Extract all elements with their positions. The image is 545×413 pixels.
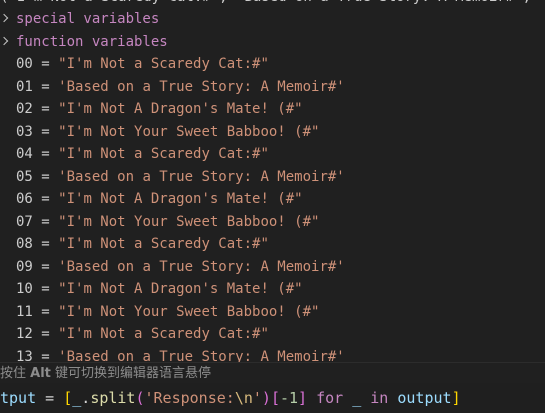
variable-row[interactable]: 01 = 'Based on a True Story: A Memoir#' [0,76,345,98]
editor-code-line[interactable]: tput = [_.split('Response:\n')[-1] for _… [0,386,461,410]
variable-row[interactable]: 07 = "I'm Not Your Sweet Babboo! (#" [0,211,319,233]
code-operator: = [36,389,64,407]
equals-sign: = [32,326,59,342]
variable-value: 'Based on a True Story: A Memoir#' [58,258,345,275]
variable-index: 06 [16,191,33,207]
code-string: 'Response: [144,389,235,407]
hover-hint: 按住 Alt 键可切换到编辑器语言悬停 [0,362,545,383]
variable-row[interactable]: 06 = "I'm Not A Dragon's Mate! (#" [0,188,303,210]
variable-row[interactable]: 05 = 'Based on a True Story: A Memoir#' [0,166,345,188]
equals-sign: = [32,258,59,275]
variable-index: 09 [16,258,33,275]
variable-index: 08 [16,236,33,252]
variable-row[interactable]: 11 = "I'm Not Your Sweet Babboo! (#" [0,301,319,323]
variable-row[interactable]: 09 = 'Based on a True Story: A Memoir#' [0,256,345,278]
equals-sign: = [32,213,59,230]
variable-value: "I'm Not A Dragon's Mate! (#" [58,191,303,207]
variable-row[interactable]: 04 = "I'm Not a Scaredy Cat:#" [0,143,269,165]
variable-row[interactable]: 08 = "I'm Not a Scaredy Cat:#" [0,233,269,255]
variable-row[interactable]: 00 = "I'm Not a Scaredy Cat:#" [0,53,269,75]
variable-value: "I'm Not a Scaredy Cat:#" [58,326,269,342]
variable-row[interactable]: 03 = "I'm Not Your Sweet Babboo! (#" [0,121,319,143]
hint-suffix: 键可切换到编辑器语言悬停 [50,366,212,381]
code-variable: _ [72,389,82,407]
equals-sign: = [32,303,59,320]
variable-index: 10 [16,281,33,297]
equals-sign: = [32,123,59,140]
hover-value-preview: ( I'm Not a Scaredy Cat:#", 'Based on a … [0,0,545,8]
group-special-variables[interactable]: special variables [0,8,159,30]
chevron-right-icon[interactable] [0,31,16,53]
equals-sign: = [32,236,59,252]
debug-hover-panel[interactable]: ( I'm Not a Scaredy Cat:#", 'Based on a … [0,0,545,383]
code-paren: ( [135,389,145,407]
equals-sign: = [32,281,59,297]
group-label: function variables [16,34,168,50]
equals-sign: = [32,191,59,207]
variable-index: 05 [16,168,33,185]
variable-index: 11 [16,303,33,320]
code-variable: tput [0,389,37,407]
variable-value: "I'm Not a Scaredy Cat:#" [58,146,269,162]
equals-sign: = [32,78,59,95]
variable-value: "I'm Not Your Sweet Babboo! (#" [58,213,320,230]
variable-index: 03 [16,123,33,140]
variable-row[interactable]: 12 = "I'm Not a Scaredy Cat:#" [0,323,269,345]
code-bracket: ] [298,389,308,407]
variable-row[interactable]: 02 = "I'm Not A Dragon's Mate! (#" [0,98,303,120]
hint-prefix: 按住 [0,366,31,381]
code-bracket: [ [270,389,280,407]
code-bracket: [ [63,389,73,407]
variable-index: 07 [16,213,33,230]
variable-value: 'Based on a True Story: A Memoir#' [58,168,345,185]
chevron-right-icon[interactable] [0,8,16,30]
variable-index: 01 [16,78,33,95]
code-variable: _ [352,389,362,407]
variable-index: 02 [16,101,33,117]
equals-sign: = [32,101,59,117]
variable-value: "I'm Not A Dragon's Mate! (#" [58,101,303,117]
code-keyword: for [316,389,344,407]
variable-value: "I'm Not A Dragon's Mate! (#" [58,281,303,297]
hint-key: Alt [30,366,51,381]
variable-value: "I'm Not Your Sweet Babboo! (#" [58,123,320,140]
equals-sign: = [32,168,59,185]
code-paren: ) [261,389,271,407]
code-number: -1 [279,389,299,407]
code-string: ' [252,389,262,407]
group-label: special variables [16,11,160,27]
variable-index: 00 [16,56,33,72]
variable-row[interactable]: 10 = "I'm Not A Dragon's Mate! (#" [0,278,303,300]
variable-value: 'Based on a True Story: A Memoir#' [58,78,345,95]
variable-value: "I'm Not a Scaredy Cat:#" [58,236,269,252]
equals-sign: = [32,56,59,72]
equals-sign: = [32,146,59,162]
code-escape: \n [234,389,253,407]
code-variable: output [397,389,452,407]
code-keyword: in [370,389,389,407]
code-function: split [90,389,136,407]
variable-value: "I'm Not a Scaredy Cat:#" [58,56,269,72]
group-function-variables[interactable]: function variables [0,31,168,53]
variable-index: 04 [16,146,33,162]
variable-index: 12 [16,326,33,342]
code-bracket: ] [451,389,461,407]
variable-value: "I'm Not Your Sweet Babboo! (#" [58,303,320,320]
code-operator: . [81,389,91,407]
